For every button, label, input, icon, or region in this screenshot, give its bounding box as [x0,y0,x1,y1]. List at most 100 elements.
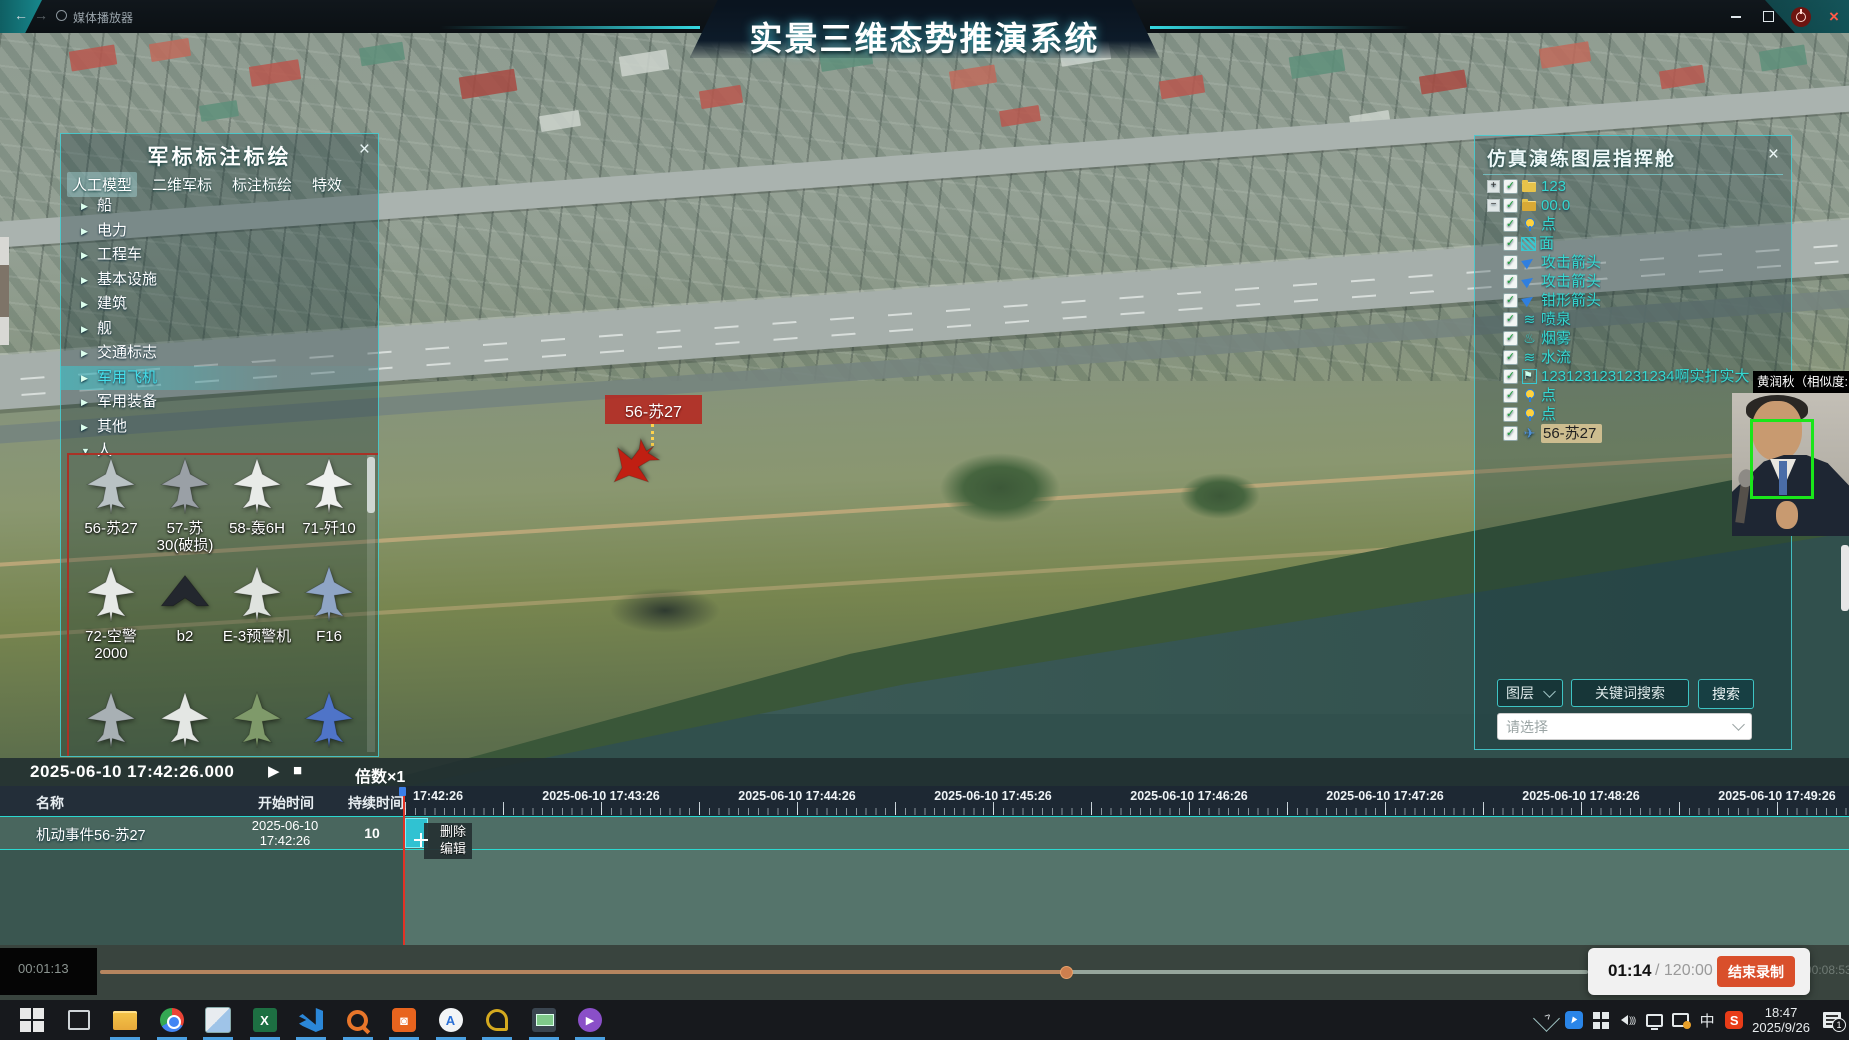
layer-item-攻击箭头[interactable]: ✓攻击箭头 [1475,272,1791,291]
close-button[interactable]: × [1825,8,1843,26]
progress-bar-played[interactable] [100,970,1065,974]
minimize-button[interactable] [1727,8,1745,26]
tree-item-舰[interactable]: ▶舰 [61,317,378,342]
menu-item-edit[interactable]: 编辑 [440,840,466,857]
model-partial[interactable] [149,691,221,754]
layer-item-点[interactable]: ✓点 [1475,215,1791,234]
playhead-line[interactable] [403,788,405,945]
playhead-pin[interactable] [399,787,406,796]
model-partial[interactable] [75,691,147,754]
checkbox-checked[interactable]: ✓ [1503,198,1518,213]
layer-item-烟雾[interactable]: ✓♨烟雾 [1475,329,1791,348]
model-72-空警2000[interactable]: 72-空警2000 [75,565,147,662]
layer-type-select[interactable]: 图层 [1497,679,1563,707]
tree-item-军用装备[interactable]: ▶军用装备 [61,390,378,415]
layer-item-喷泉[interactable]: ✓≋喷泉 [1475,310,1791,329]
stop-button[interactable]: ■ [293,762,302,779]
pointer-app-icon[interactable] [1565,1011,1583,1029]
expander-icon[interactable]: + [1487,180,1500,193]
menu-item-delete[interactable]: 删除 [440,823,466,840]
task-view-icon[interactable] [59,1003,99,1037]
layer-item-00.0[interactable]: −✓00.0 [1475,196,1791,215]
model-E-3预警机[interactable]: E-3预警机 [221,565,293,645]
event-row[interactable]: 机动事件56-苏27 2025-06-1017:42:26 10 [0,816,1849,850]
checkbox-checked[interactable]: ✓ [1503,217,1518,232]
layer-item-钳形箭头[interactable]: ✓钳形箭头 [1475,291,1791,310]
model-F16[interactable]: F16 [293,565,365,645]
progress-handle[interactable] [1060,966,1073,979]
keyword-search-input[interactable] [1571,679,1689,707]
network-icon[interactable] [1646,1014,1663,1027]
tree-item-基本设施[interactable]: ▶基本设施 [61,268,378,293]
map-unit-label[interactable]: 56-苏27 [605,395,702,424]
play-button[interactable]: ▶ [268,762,280,780]
model-grid-scrollbar[interactable] [367,455,375,752]
layer-item-面[interactable]: ✓面 [1475,234,1791,253]
layer-item-水流[interactable]: ✓≋水流 [1475,348,1791,367]
model-56-苏27[interactable]: 56-苏27 [75,457,147,537]
checkbox-checked[interactable]: ✓ [1503,274,1518,289]
checkbox-checked[interactable]: ✓ [1503,293,1518,308]
checkbox-checked[interactable]: ✓ [1503,331,1518,346]
start-button[interactable] [12,1003,52,1037]
checkbox-checked[interactable]: ✓ [1503,350,1518,365]
checkbox-checked[interactable]: ✓ [1503,312,1518,327]
app-a-icon[interactable]: A [431,1003,471,1037]
vscode-icon[interactable] [291,1003,331,1037]
tree-item-电力[interactable]: ▶电力 [61,219,378,244]
model-b2[interactable]: b2 [149,565,221,645]
timeline-ruler[interactable]: 17:42:262025-06-10 17:43:262025-06-10 17… [405,786,1849,816]
volume-icon[interactable] [1619,1011,1637,1029]
search-tool-icon[interactable] [338,1003,378,1037]
progress-bar-remaining[interactable] [1065,970,1588,974]
tree-item-交通标志[interactable]: ▶交通标志 [61,341,378,366]
tree-item-军用飞机[interactable]: ▶军用飞机 [61,366,378,391]
chrome-icon[interactable] [152,1003,192,1037]
checkbox-checked[interactable]: ✓ [1503,388,1518,403]
stop-recording-button[interactable]: 结束录制 [1717,956,1795,987]
windows-apps-icon[interactable] [1592,1011,1610,1029]
checkbox-checked[interactable]: ✓ [1503,426,1518,441]
tree-item-建筑[interactable]: ▶建筑 [61,292,378,317]
model-71-歼10[interactable]: 71-歼10 [293,457,365,537]
orange-app-icon[interactable]: ◙ [384,1003,424,1037]
maximize-button[interactable] [1759,8,1777,26]
model-58-轰6H[interactable]: 58-轰6H [221,457,293,537]
su27-plane-marker[interactable] [606,436,662,497]
model-partial[interactable] [293,691,365,754]
media-player-icon[interactable]: ▶ [570,1003,610,1037]
tree-item-工程车[interactable]: ▶工程车 [61,243,378,268]
forward-arrow-icon[interactable]: → [34,7,48,23]
navicat-icon[interactable] [477,1003,517,1037]
checkbox-checked[interactable]: ✓ [1503,179,1518,194]
search-button[interactable]: 搜索 [1698,679,1754,709]
timeline-body[interactable] [0,850,1849,945]
checkbox-checked[interactable]: ✓ [1503,236,1518,251]
notification-center-icon[interactable]: 1 [1823,1012,1841,1028]
close-icon[interactable]: × [1768,144,1779,166]
excel-icon[interactable]: X [245,1003,285,1037]
model-57-苏30(破损)[interactable]: 57-苏30(破损) [149,457,221,554]
file-explorer-icon[interactable] [105,1003,145,1037]
checkbox-checked[interactable]: ✓ [1503,255,1518,270]
power-button[interactable] [1791,7,1811,27]
screen-capture-icon[interactable] [1672,1013,1689,1027]
sogou-input-icon[interactable]: S [1725,1011,1743,1029]
checkbox-checked[interactable]: ✓ [1503,369,1518,384]
tree-item-船[interactable]: ▶船 [61,194,378,219]
tree-item-其他[interactable]: ▶其他 [61,415,378,440]
tray-chevron-icon[interactable]: ^ [1533,1005,1560,1032]
right-edge-scrollbar[interactable] [1841,545,1849,611]
ime-indicator[interactable]: 中 [1698,1011,1716,1029]
layer-item-123[interactable]: +✓123 [1475,177,1791,196]
layer-item-攻击箭头[interactable]: ✓攻击箭头 [1475,253,1791,272]
model-partial[interactable] [221,691,293,754]
notepad-icon[interactable] [198,1003,238,1037]
tray-clock[interactable]: 18:47 2025/9/26 [1752,1005,1810,1035]
snipping-tool-icon[interactable] [524,1003,564,1037]
expander-icon[interactable]: − [1487,199,1500,212]
speed-label[interactable]: 倍数×1 [355,763,405,787]
layer-select-dropdown[interactable]: 请选择 [1497,713,1752,740]
back-arrow-icon[interactable]: ← [14,7,28,23]
checkbox-checked[interactable]: ✓ [1503,407,1518,422]
